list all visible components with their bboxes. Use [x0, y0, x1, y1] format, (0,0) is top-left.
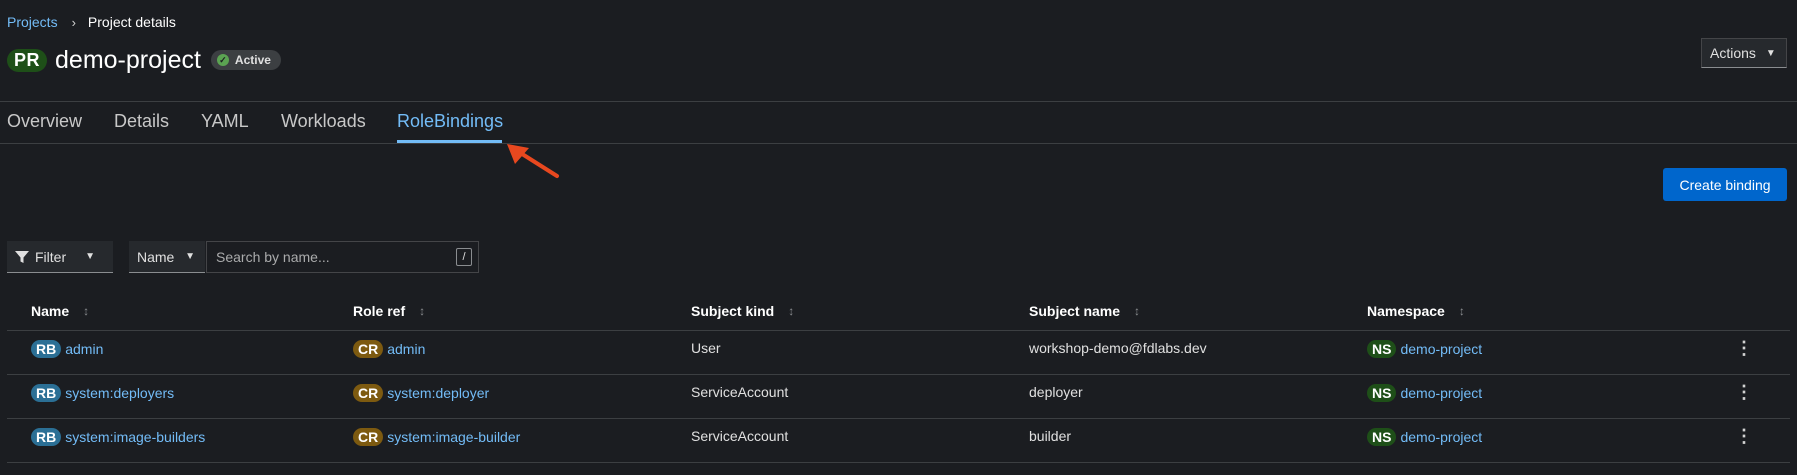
create-binding-button[interactable]: Create binding [1663, 168, 1787, 201]
rolebinding-link[interactable]: admin [65, 341, 103, 357]
table-row-role: CR system:image-builder [353, 428, 520, 446]
sort-arrows-icon: ↕ [1134, 304, 1141, 318]
subject-name: workshop-demo@fdlabs.dev [1029, 340, 1207, 356]
breadcrumb: Projects › Project details [7, 14, 176, 30]
actions-label: Actions [1710, 45, 1756, 61]
column-header-label: Subject name [1029, 303, 1121, 319]
sort-arrows-icon: ↕ [1458, 304, 1465, 318]
sort-arrows-icon: ↕ [83, 304, 90, 318]
divider [7, 330, 1790, 331]
column-header-subject-kind[interactable]: Subject kind ↕ [691, 303, 794, 319]
table-row-name: RB system:image-builders [31, 428, 205, 446]
column-header-role-ref[interactable]: Role ref ↕ [353, 303, 425, 319]
caret-down-icon: ▼ [185, 251, 195, 262]
table-row-namespace: NS demo-project [1367, 340, 1482, 358]
divider [7, 418, 1790, 419]
role-ref-link[interactable]: admin [387, 341, 425, 357]
tab-yaml[interactable]: YAML [201, 111, 249, 132]
namespace-link[interactable]: demo-project [1400, 341, 1482, 357]
clusterrole-badge: CR [353, 340, 384, 358]
column-header-label: Namespace [1367, 303, 1445, 319]
filter-label: Filter [35, 248, 67, 265]
namespace-badge: NS [1367, 384, 1397, 402]
actions-dropdown[interactable]: Actions ▼ [1701, 38, 1787, 68]
column-header-subject-name[interactable]: Subject name ↕ [1029, 303, 1140, 319]
kebab-icon[interactable]: ⋮ [1735, 338, 1753, 359]
namespace-link[interactable]: demo-project [1400, 385, 1482, 401]
subject-kind: ServiceAccount [691, 428, 789, 444]
column-header-namespace[interactable]: Namespace ↕ [1367, 303, 1465, 319]
resource-badge: PR [7, 48, 48, 72]
keyboard-shortcut-hint: / [456, 248, 472, 266]
filter-dropdown[interactable]: Filter ▼ [7, 241, 113, 273]
role-ref-link[interactable]: system:deployer [387, 385, 489, 401]
check-circle-icon: ✓ [216, 54, 229, 66]
divider [7, 462, 1790, 463]
filter-attribute-label: Name [137, 248, 175, 265]
caret-down-icon: ▼ [1765, 47, 1776, 59]
sort-arrows-icon: ↕ [788, 304, 795, 318]
subject-kind: ServiceAccount [691, 384, 789, 400]
rolebinding-link[interactable]: system:image-builders [65, 429, 205, 445]
subject-name: deployer [1029, 384, 1083, 400]
search-field: / [206, 241, 479, 273]
table-row-role: CR admin [353, 340, 425, 358]
rolebinding-link[interactable]: system:deployers [65, 385, 174, 401]
rolebinding-badge: RB [31, 428, 62, 446]
divider [0, 101, 1797, 102]
column-header-label: Name [31, 303, 70, 319]
namespace-link[interactable]: demo-project [1400, 429, 1482, 445]
status-label: Active [234, 53, 271, 67]
role-ref-link[interactable]: system:image-builder [387, 429, 520, 445]
table-row-role: CR system:deployer [353, 384, 489, 402]
status-badge: ✓ Active [210, 50, 281, 70]
namespace-badge: NS [1367, 340, 1397, 358]
funnel-icon [15, 250, 29, 263]
sort-arrows-icon: ↕ [419, 304, 426, 318]
subject-name: builder [1029, 428, 1072, 444]
divider [7, 374, 1790, 375]
table-row-namespace: NS demo-project [1367, 428, 1482, 446]
page-title: demo-project [55, 45, 201, 74]
chevron-right-icon: › [71, 14, 76, 30]
breadcrumb-current: Project details [87, 14, 176, 30]
table-row-name: RB admin [31, 340, 103, 358]
breadcrumb-projects-link[interactable]: Projects [7, 14, 58, 30]
column-header-label: Subject kind [691, 303, 775, 319]
column-header-label: Role ref [353, 303, 406, 319]
rolebinding-badge: RB [31, 384, 62, 402]
kebab-icon[interactable]: ⋮ [1735, 426, 1753, 447]
kebab-icon[interactable]: ⋮ [1735, 382, 1753, 403]
divider [0, 143, 1797, 144]
tab-workloads[interactable]: Workloads [281, 111, 366, 132]
tab-rolebindings[interactable]: RoleBindings [397, 111, 503, 132]
rolebinding-badge: RB [31, 340, 62, 358]
table-row-namespace: NS demo-project [1367, 384, 1482, 402]
column-header-name[interactable]: Name ↕ [31, 303, 89, 319]
subject-kind: User [691, 340, 721, 356]
table-row-name: RB system:deployers [31, 384, 174, 402]
tab-overview[interactable]: Overview [7, 111, 82, 132]
clusterrole-badge: CR [353, 384, 384, 402]
caret-down-icon: ▼ [85, 251, 95, 262]
filter-attribute-dropdown[interactable]: Name ▼ [129, 241, 205, 273]
namespace-badge: NS [1367, 428, 1397, 446]
page-header: PR demo-project ✓ Active [7, 44, 281, 76]
tab-details[interactable]: Details [114, 111, 169, 132]
clusterrole-badge: CR [353, 428, 384, 446]
search-input[interactable] [214, 248, 448, 266]
arrow-icon [507, 144, 559, 178]
